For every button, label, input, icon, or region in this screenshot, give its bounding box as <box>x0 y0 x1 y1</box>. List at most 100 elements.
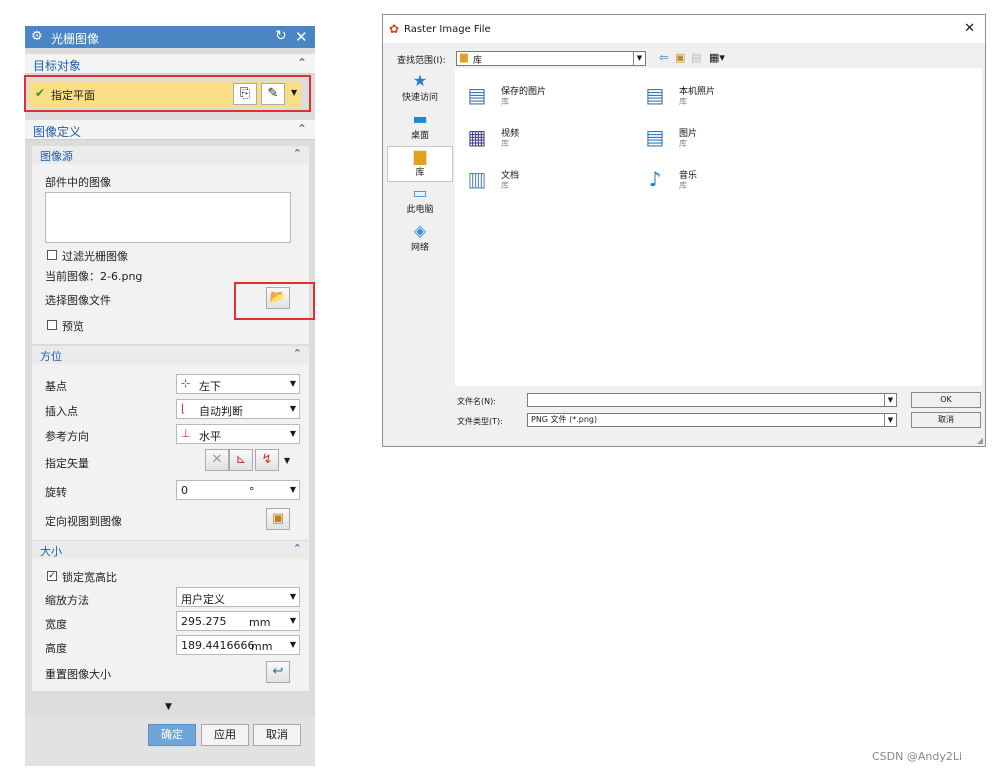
chevron-up-icon[interactable]: ⌃ <box>293 542 302 555</box>
insert-point-select[interactable]: ⌊ 自动判断 ▼ <box>176 399 300 419</box>
dialog-ok-button[interactable]: OK <box>911 392 981 408</box>
preview-checkbox[interactable] <box>47 320 57 330</box>
apply-button[interactable]: 应用 <box>201 724 249 746</box>
chevron-down-icon: ▼ <box>289 592 296 601</box>
subsection-orientation-header[interactable]: 方位 ⌃ <box>32 346 309 364</box>
reset-icon[interactable]: ↻ <box>275 28 287 44</box>
lookin-value: 库 <box>473 56 483 66</box>
vector-label: 指定矢量 <box>45 457 89 470</box>
file-item-documents[interactable]: ▥ 文档 库 <box>463 166 623 202</box>
lookin-select[interactable]: ▆ 库 ▼ <box>456 51 646 66</box>
file-item-saved-pictures[interactable]: ▤ 保存的图片 库 <box>463 82 623 118</box>
orient-view-icon[interactable]: ▣ <box>266 508 290 530</box>
lock-ratio-checkbox[interactable]: ✓ <box>47 571 57 581</box>
filename-input[interactable]: ▼ <box>527 393 897 407</box>
orientation-body: 基点 ⊹ 左下 ▼ 插入点 ⌊ 自动判断 ▼ 参考方向 ⊥ 水平 ▼ 指定矢量 … <box>32 364 309 540</box>
height-input[interactable]: 189.4416666 mm ▼ <box>176 635 300 655</box>
width-input[interactable]: 295.275 mm ▼ <box>176 611 300 631</box>
close-icon[interactable]: ✕ <box>295 28 308 46</box>
base-point-label: 基点 <box>45 380 67 393</box>
subsection-size-header[interactable]: 大小 ⌃ <box>32 541 309 559</box>
camera-roll-icon: ▤ <box>645 83 665 107</box>
file-item-pictures[interactable]: ▤ 图片 库 <box>641 124 801 160</box>
cancel-button[interactable]: 取消 <box>253 724 301 746</box>
part-images-list[interactable] <box>45 192 291 243</box>
app-icon: ✿ <box>389 22 400 36</box>
place-network[interactable]: ◈ 网络 <box>387 222 453 258</box>
back-icon[interactable]: ⇦ <box>659 51 668 64</box>
chevron-down-icon: ▼ <box>884 394 896 406</box>
dialog-title: Raster Image File <box>404 24 491 35</box>
places-bar: ★ 快速访问 ▬ 桌面 ▆ 库 ▭ 此电脑 ◈ 网络 <box>387 72 453 386</box>
dialog-cancel-button[interactable]: 取消 <box>911 412 981 428</box>
place-libraries[interactable]: ▆ 库 <box>387 146 453 182</box>
chevron-down-icon: ▼ <box>289 485 296 494</box>
filetype-label: 文件类型(T): <box>457 417 503 426</box>
filetype-select[interactable]: PNG 文件 (*.png) ▼ <box>527 413 897 427</box>
videos-library-icon: ▦ <box>467 125 487 149</box>
preview-label: 预览 <box>62 320 84 333</box>
callout-box-plane <box>24 75 311 112</box>
ref-dir-select[interactable]: ⊥ 水平 ▼ <box>176 424 300 444</box>
close-icon[interactable]: ✕ <box>964 21 975 36</box>
file-sub: 库 <box>501 97 509 106</box>
computer-icon: ▭ <box>412 183 428 202</box>
filter-raster-checkbox[interactable] <box>47 250 57 260</box>
base-point-select[interactable]: ⊹ 左下 ▼ <box>176 374 300 394</box>
scale-select[interactable]: 用户定义 ▼ <box>176 587 300 607</box>
chevron-up-icon[interactable]: ⌃ <box>297 122 307 136</box>
file-sub: 库 <box>679 139 687 148</box>
watermark: CSDN @Andy2Li <box>872 750 963 763</box>
expand-down-icon[interactable]: ▼ <box>165 702 172 712</box>
filename-label: 文件名(N): <box>457 397 496 406</box>
place-label: 网络 <box>410 243 429 253</box>
reverse-direction-icon[interactable]: ✕ <box>205 449 229 471</box>
raster-image-panel: ⚙ 光栅图像 ↻ ✕ 目标对象 ⌃ ✔ 指定平面 ⎘ ✎ ▼ 图像定义 ⌃ 图像… <box>24 26 315 766</box>
gear-icon[interactable]: ⚙ <box>31 29 43 44</box>
base-point-icon: ⊹ <box>181 377 191 390</box>
subsection-image-source-header[interactable]: 图像源 ⌃ <box>32 146 309 164</box>
width-label: 宽度 <box>45 618 67 631</box>
place-label: 桌面 <box>410 131 429 141</box>
chevron-up-icon[interactable]: ⌃ <box>297 56 307 70</box>
resize-grip-icon[interactable]: ◢ <box>977 436 983 445</box>
place-desktop[interactable]: ▬ 桌面 <box>387 110 453 146</box>
part-images-label: 部件中的图像 <box>45 176 111 189</box>
chevron-down-icon[interactable]: ▼ <box>284 456 290 465</box>
reset-size-icon[interactable]: ↩ <box>266 661 290 683</box>
scale-label: 缩放方法 <box>45 594 89 607</box>
new-folder-icon[interactable]: ▤ <box>691 51 701 64</box>
music-icon: ♪ <box>648 167 662 191</box>
insert-point-label: 插入点 <box>45 405 78 418</box>
file-item-music[interactable]: ♪ 音乐 库 <box>641 166 801 202</box>
file-list: ▤ 保存的图片 库 ▤ 本机照片 库 ▦ 视频 库 ▤ 图片 库 ▥ 文档 库 … <box>455 68 982 386</box>
file-item-camera-roll[interactable]: ▤ 本机照片 库 <box>641 82 801 118</box>
section-target-header[interactable]: 目标对象 ⌃ <box>25 54 315 74</box>
ok-button[interactable]: 确定 <box>148 724 196 746</box>
up-folder-icon[interactable]: ▣ <box>675 51 685 64</box>
place-quick-access[interactable]: ★ 快速访问 <box>387 72 453 108</box>
base-point-value: 左下 <box>199 380 221 393</box>
section-image-def-header[interactable]: 图像定义 ⌃ <box>25 120 315 140</box>
pictures-library-icon: ▤ <box>467 83 487 107</box>
place-this-pc[interactable]: ▭ 此电脑 <box>387 184 453 220</box>
star-icon: ★ <box>412 71 428 90</box>
vector-dialog-icon[interactable]: ↯ <box>255 449 279 471</box>
rotate-label: 旋转 <box>45 486 67 499</box>
ref-dir-value: 水平 <box>199 430 221 443</box>
height-label: 高度 <box>45 642 67 655</box>
chevron-down-icon: ▼ <box>633 52 645 65</box>
section-target-label: 目标对象 <box>33 59 82 73</box>
view-menu-icon[interactable]: ▦▾ <box>709 51 725 64</box>
callout-box-file <box>234 282 315 320</box>
chevron-down-icon: ▼ <box>289 429 296 438</box>
chevron-up-icon[interactable]: ⌃ <box>293 147 302 160</box>
vector-axis-icon[interactable]: ⊾ <box>229 449 253 471</box>
orient-view-label: 定向视图到图像 <box>45 515 122 528</box>
rotate-input[interactable]: 0 ° ▼ <box>176 480 300 500</box>
file-item-videos[interactable]: ▦ 视频 库 <box>463 124 623 160</box>
horizontal-icon: ⊥ <box>181 427 191 440</box>
chevron-up-icon[interactable]: ⌃ <box>293 347 302 360</box>
chevron-down-icon: ▼ <box>289 640 296 649</box>
select-file-label: 选择图像文件 <box>45 294 111 307</box>
